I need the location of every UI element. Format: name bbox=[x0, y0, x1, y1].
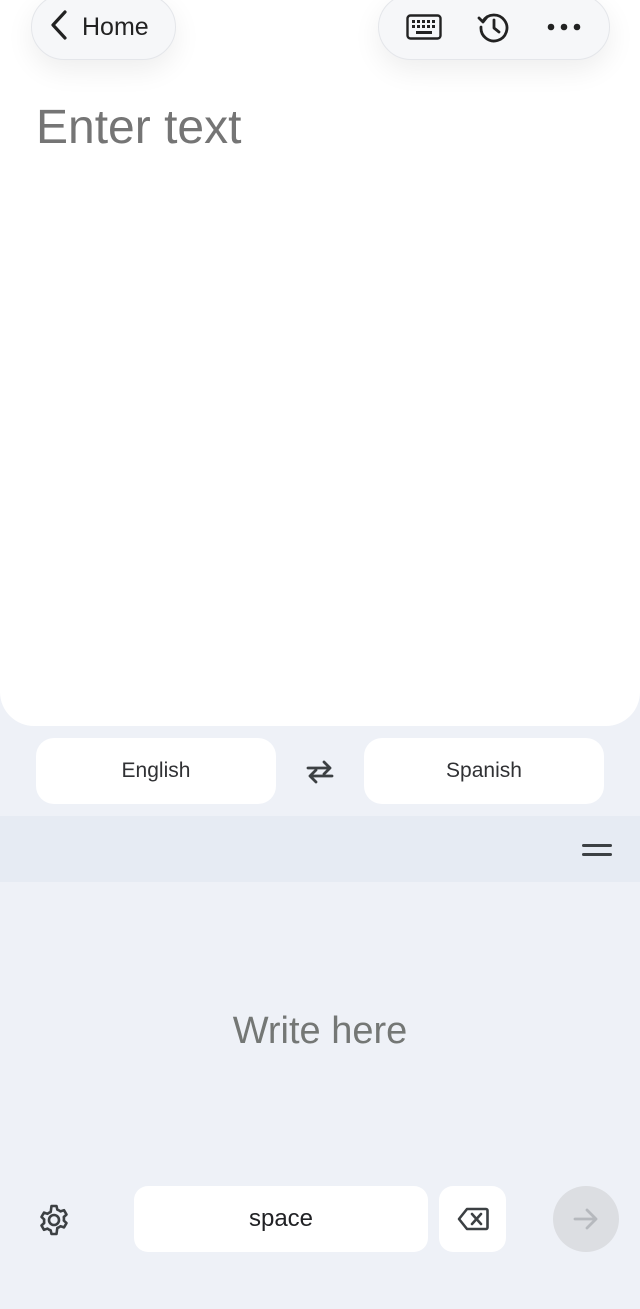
translate-screen: Home Enter text English Spanish Write he… bbox=[0, 0, 640, 1309]
target-language-button[interactable]: Spanish bbox=[364, 738, 604, 804]
chevron-left-icon bbox=[48, 9, 70, 46]
handwriting-placeholder: Write here bbox=[232, 1010, 408, 1052]
keyboard-icon[interactable] bbox=[396, 0, 452, 55]
more-horizontal-icon[interactable] bbox=[536, 0, 592, 55]
backspace-icon[interactable] bbox=[439, 1186, 506, 1252]
space-button[interactable]: space bbox=[134, 1186, 428, 1252]
home-label: Home bbox=[82, 12, 149, 41]
source-text-input[interactable] bbox=[36, 100, 596, 155]
header-actions bbox=[378, 0, 610, 60]
arrow-right-icon[interactable] bbox=[553, 1186, 619, 1252]
history-icon[interactable] bbox=[466, 0, 522, 55]
source-text-card: Home bbox=[0, 0, 640, 726]
swap-arrows-icon[interactable] bbox=[296, 748, 344, 796]
settings-gear-icon[interactable] bbox=[28, 1194, 80, 1246]
drag-handle-icon[interactable] bbox=[582, 838, 612, 862]
source-language-button[interactable]: English bbox=[36, 738, 276, 804]
handwriting-panel-header bbox=[0, 816, 640, 882]
home-button[interactable]: Home bbox=[31, 0, 176, 60]
